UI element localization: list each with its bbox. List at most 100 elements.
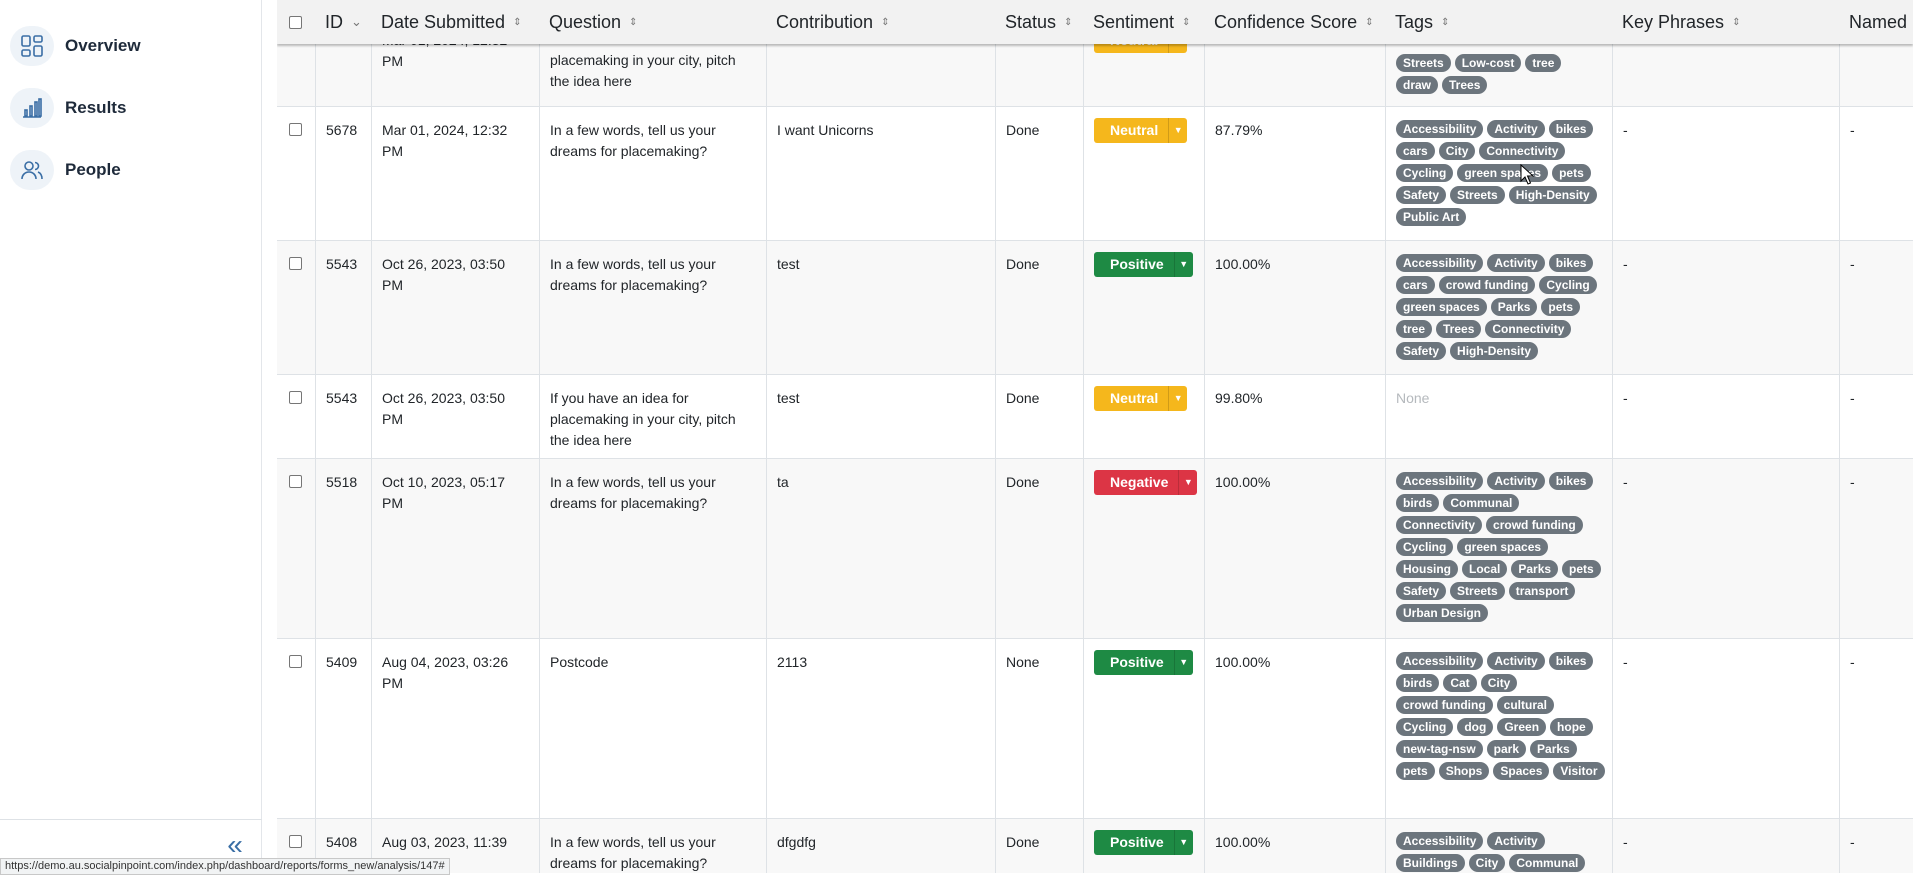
tag-badge[interactable]: transport (1508, 582, 1576, 600)
tag-badge[interactable]: birds (1396, 494, 1440, 512)
sort-icon[interactable]: ⇕ (629, 17, 637, 28)
sentiment-dropdown[interactable]: Neutral ▼ (1094, 386, 1188, 411)
sentiment-dropdown[interactable]: Neutral ▼ (1094, 118, 1188, 143)
row-checkbox[interactable] (289, 655, 302, 668)
tag-badge[interactable]: Cycling (1539, 276, 1597, 294)
tag-badge[interactable]: Public Art (1396, 208, 1467, 226)
tag-badge[interactable]: Cat (1443, 674, 1477, 692)
tag-badge[interactable]: crowd funding (1438, 276, 1536, 294)
tag-badge[interactable]: draw (1396, 76, 1439, 94)
tag-badge[interactable]: Safety (1396, 342, 1447, 360)
tag-badge[interactable]: green spaces (1457, 164, 1549, 182)
tag-badge[interactable]: tree (1525, 54, 1562, 72)
tag-badge[interactable]: Connectivity (1396, 516, 1483, 534)
tag-badge[interactable]: hope (1550, 718, 1593, 736)
tag-badge[interactable]: green spaces (1396, 298, 1487, 316)
tag-badge[interactable]: Activity (1487, 832, 1545, 850)
tag-badge[interactable]: Accessibility (1396, 652, 1484, 670)
tag-badge[interactable]: Buildings (1396, 854, 1465, 872)
tag-badge[interactable]: Green (1497, 718, 1547, 736)
tag-badge[interactable]: Accessibility (1396, 120, 1484, 138)
sort-icon[interactable]: ⇕ (1441, 17, 1449, 28)
tag-badge[interactable]: crowd funding (1486, 516, 1583, 534)
tag-badge[interactable]: Safety (1396, 582, 1447, 600)
tag-badge[interactable]: pets (1396, 762, 1435, 780)
tag-badge[interactable]: Activity (1487, 254, 1545, 272)
tag-badge[interactable]: pets (1552, 164, 1591, 182)
row-checkbox[interactable] (289, 391, 302, 404)
tag-badge[interactable]: Communal (1443, 494, 1520, 512)
tag-badge[interactable]: Activity (1487, 120, 1545, 138)
column-header-key-phrases[interactable]: Key Phrases ⇕ (1612, 0, 1839, 44)
row-checkbox[interactable] (289, 123, 302, 136)
tag-badge[interactable]: Cycling (1396, 164, 1454, 182)
tag-badge[interactable]: green spaces (1457, 538, 1549, 556)
tag-badge[interactable]: Visitor (1553, 762, 1605, 780)
tag-badge[interactable]: pets (1541, 298, 1581, 316)
tag-badge[interactable]: Shops (1438, 762, 1490, 780)
sentiment-dropdown[interactable]: Positive ▼ (1094, 650, 1193, 675)
sort-desc-icon[interactable]: ⌄ (351, 14, 362, 30)
tag-badge[interactable]: Connectivity (1479, 142, 1566, 160)
sentiment-dropdown[interactable]: Positive ▼ (1094, 830, 1193, 855)
tag-badge[interactable]: bikes (1548, 652, 1594, 670)
row-checkbox[interactable] (289, 475, 302, 488)
tag-badge[interactable]: Cycling (1396, 718, 1454, 736)
tag-badge[interactable]: Low-cost (1454, 54, 1522, 72)
column-header-confidence-score[interactable]: Confidence Score ⇕ (1204, 0, 1385, 44)
tag-badge[interactable]: Accessibility (1396, 832, 1484, 850)
column-header-date-submitted[interactable]: Date Submitted ⇕ (371, 0, 539, 44)
tag-badge[interactable]: Parks (1490, 298, 1538, 316)
tag-badge[interactable]: cultural (1496, 696, 1554, 714)
tag-badge[interactable]: Connectivity (1485, 320, 1572, 338)
tag-badge[interactable]: Accessibility (1396, 472, 1484, 490)
column-header-tags[interactable]: Tags ⇕ (1385, 0, 1612, 44)
select-all-checkbox[interactable] (289, 15, 302, 29)
tag-badge[interactable]: Parks (1530, 740, 1577, 758)
sort-icon[interactable]: ⇕ (1732, 17, 1740, 28)
column-header-id[interactable]: ID ⌄ (315, 0, 371, 44)
tag-badge[interactable]: bikes (1548, 120, 1594, 138)
tag-badge[interactable]: Housing (1396, 560, 1458, 578)
tag-badge[interactable]: Streets (1450, 186, 1505, 204)
tag-badge[interactable]: Trees (1436, 320, 1482, 338)
sort-icon[interactable]: ⇕ (513, 17, 521, 28)
sort-icon[interactable]: ⇕ (1365, 17, 1373, 28)
tag-badge[interactable]: Trees (1442, 76, 1488, 94)
column-header-named[interactable]: Named (1839, 0, 1913, 44)
sort-icon[interactable]: ⇕ (881, 17, 889, 28)
tag-badge[interactable]: Spaces (1493, 762, 1550, 780)
tag-badge[interactable]: pets (1562, 560, 1601, 578)
tag-badge[interactable]: cars (1396, 142, 1435, 160)
tag-badge[interactable]: new-tag-nsw (1396, 740, 1483, 758)
tag-badge[interactable]: High-Density (1450, 342, 1539, 360)
tag-badge[interactable]: bikes (1548, 254, 1594, 272)
tag-badge[interactable]: dog (1457, 718, 1494, 736)
tag-badge[interactable]: City (1480, 674, 1518, 692)
sort-icon[interactable]: ⇕ (1182, 17, 1190, 28)
sentiment-dropdown[interactable]: Positive ▼ (1094, 252, 1193, 277)
sidebar-item-people[interactable]: People (10, 150, 121, 190)
tag-badge[interactable]: crowd funding (1396, 696, 1493, 714)
tag-badge[interactable]: Communal (1509, 854, 1586, 872)
tag-badge[interactable]: Activity (1487, 472, 1545, 490)
tag-badge[interactable]: tree (1396, 320, 1433, 338)
row-checkbox[interactable] (289, 835, 302, 848)
tag-badge[interactable]: Safety (1396, 186, 1447, 204)
tag-badge[interactable]: Streets (1396, 54, 1451, 72)
tag-badge[interactable]: Accessibility (1396, 254, 1484, 272)
tag-badge[interactable]: City (1438, 142, 1476, 160)
tag-badge[interactable]: bikes (1548, 472, 1594, 490)
tag-badge[interactable]: park (1486, 740, 1527, 758)
collapse-sidebar-icon[interactable]: « (222, 831, 248, 860)
sidebar-item-overview[interactable]: Overview (10, 26, 141, 66)
tag-badge[interactable]: birds (1396, 674, 1440, 692)
sentiment-dropdown[interactable]: Negative ▼ (1094, 470, 1198, 495)
tag-badge[interactable]: Parks (1511, 560, 1559, 578)
tag-badge[interactable]: cars (1396, 276, 1435, 294)
tag-badge[interactable]: Streets (1450, 582, 1505, 600)
column-header-contribution[interactable]: Contribution ⇕ (766, 0, 995, 44)
row-checkbox[interactable] (289, 257, 302, 270)
tag-badge[interactable]: Urban Design (1396, 604, 1489, 622)
column-header-question[interactable]: Question ⇕ (539, 0, 766, 44)
